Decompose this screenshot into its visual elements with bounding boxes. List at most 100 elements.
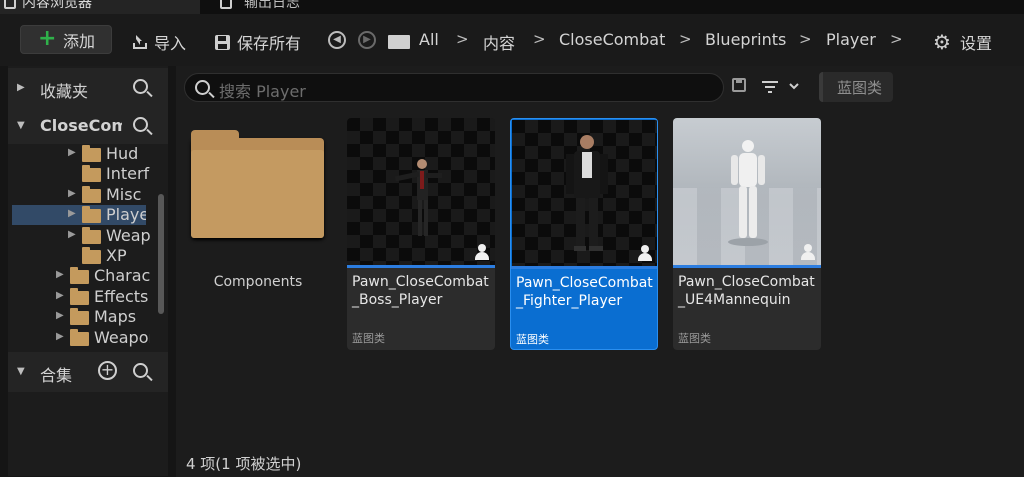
breadcrumb-all[interactable]: All bbox=[419, 30, 439, 49]
sources-panel: ▶ 收藏夹 ▼ CloseCombat ▶ HudInterface ▶ Misc ▶ P… bbox=[8, 66, 168, 476]
folder-icon bbox=[70, 267, 89, 285]
tree-item-label: Effects bbox=[94, 286, 149, 306]
gear-icon: ⚙ bbox=[933, 30, 951, 54]
tree-item[interactable]: ▶ Characters bbox=[8, 266, 150, 286]
favorites-label: 收藏夹 bbox=[40, 82, 89, 101]
pawn-icon bbox=[801, 244, 815, 260]
tree-item-label: Misc bbox=[106, 184, 142, 204]
folder-icon bbox=[82, 145, 101, 162]
project-label: CloseCombat bbox=[40, 116, 122, 135]
save-all-label: 保存所有 bbox=[237, 34, 302, 53]
search-icon[interactable] bbox=[133, 79, 148, 94]
asset-name: Pawn_CloseCombat _Boss_Player bbox=[352, 274, 489, 308]
asset-name: Pawn_CloseCombat _UE4Mannequin bbox=[678, 274, 815, 308]
breadcrumb-content[interactable]: 内容 bbox=[483, 30, 515, 54]
collections-header[interactable]: ▼ 合集 + bbox=[8, 352, 168, 392]
expand-arrow-icon[interactable]: ▶ bbox=[68, 208, 76, 219]
asset-thumbnail bbox=[512, 120, 657, 266]
tab-bar: 内容浏览器 输出日志 bbox=[0, 0, 1024, 14]
folder-icon bbox=[82, 226, 101, 244]
asset-thumbnail bbox=[673, 118, 821, 265]
filter-color-bar bbox=[819, 72, 823, 102]
asset-tile[interactable]: Pawn_CloseCombat _UE4Mannequin 蓝图类 bbox=[673, 118, 821, 350]
collections-label: 合集 bbox=[40, 366, 73, 385]
folder-icon bbox=[191, 130, 324, 238]
favorites-header[interactable]: ▶ 收藏夹 bbox=[8, 68, 168, 108]
tree-item[interactable]: ▶ Maps bbox=[8, 307, 150, 327]
folder-icon bbox=[70, 308, 89, 326]
save-search-icon[interactable] bbox=[732, 78, 746, 92]
asset-view: 搜索 Player 蓝图类 Components Pawn_CloseComba… bbox=[176, 66, 1024, 477]
tree-item-label: XP bbox=[106, 246, 127, 265]
expand-arrow-icon[interactable]: ▶ bbox=[68, 147, 76, 158]
back-button[interactable]: ◀ bbox=[328, 31, 346, 49]
breadcrumb-chevron-icon[interactable]: > bbox=[799, 30, 812, 48]
asset-type: 蓝图类 bbox=[516, 333, 549, 346]
add-collection-icon[interactable]: + bbox=[98, 361, 117, 380]
tree-item[interactable]: ▶ Player bbox=[12, 205, 146, 226]
tree-item[interactable]: ▶ Weapons bbox=[8, 328, 150, 348]
plus-icon: + bbox=[38, 26, 57, 51]
breadcrumb-blueprints[interactable]: Blueprints bbox=[705, 30, 786, 49]
tab-output-log[interactable]: 输出日志 bbox=[218, 0, 300, 14]
folder-icon bbox=[70, 328, 89, 346]
folder-icon[interactable] bbox=[388, 35, 410, 49]
folder-tile[interactable]: Components bbox=[188, 118, 328, 350]
folder-icon bbox=[82, 185, 101, 203]
folder-name: Components bbox=[213, 274, 303, 290]
tab-content-browser[interactable]: 内容浏览器 bbox=[0, 0, 200, 14]
settings-button[interactable]: ⚙ 设置 bbox=[933, 30, 992, 54]
add-label: 添加 bbox=[63, 31, 96, 51]
asset-tile[interactable]: Pawn_CloseCombat _Boss_Player 蓝图类 bbox=[347, 118, 495, 350]
tab-label: 内容浏览器 bbox=[22, 0, 92, 11]
tree-item[interactable]: ▶ Hud bbox=[8, 144, 150, 164]
tree-item[interactable]: ▶ Misc bbox=[8, 185, 150, 205]
tree-item-label: Hud bbox=[106, 144, 139, 163]
pawn-icon bbox=[638, 245, 652, 261]
folder-icon bbox=[82, 247, 101, 264]
tree-item[interactable]: ▶ Effects bbox=[8, 287, 150, 307]
search-icon[interactable] bbox=[133, 363, 148, 378]
character-figure bbox=[566, 135, 608, 251]
import-icon bbox=[133, 35, 147, 49]
breadcrumb-player[interactable]: Player bbox=[826, 30, 876, 49]
settings-label: 设置 bbox=[959, 34, 992, 53]
tree-item[interactable]: XP bbox=[8, 246, 150, 266]
asset-type-bar bbox=[347, 265, 495, 268]
expand-arrow-icon[interactable]: ▶ bbox=[56, 331, 64, 342]
expand-arrow-icon[interactable]: ▶ bbox=[68, 229, 76, 240]
expand-arrow-icon[interactable]: ▶ bbox=[56, 290, 64, 301]
import-label: 导入 bbox=[154, 34, 187, 53]
save-all-button[interactable]: 保存所有 bbox=[214, 30, 301, 54]
collapse-arrow-icon: ▼ bbox=[17, 366, 25, 377]
asset-name: Pawn_CloseCombat _Fighter_Player bbox=[516, 275, 653, 309]
breadcrumb-chevron-icon[interactable]: > bbox=[679, 30, 692, 48]
output-log-icon bbox=[220, 0, 232, 9]
tree-item[interactable]: ▶ Weapons bbox=[8, 226, 150, 246]
breadcrumb-chevron-icon[interactable]: > bbox=[533, 30, 546, 48]
breadcrumb-chevron-icon[interactable]: > bbox=[456, 30, 469, 48]
expand-arrow-icon[interactable]: ▶ bbox=[56, 269, 64, 280]
import-button[interactable]: 导入 bbox=[131, 30, 186, 54]
project-header[interactable]: ▼ CloseCombat bbox=[8, 106, 168, 146]
breadcrumb-chevron-icon[interactable]: > bbox=[890, 30, 903, 48]
tree-item[interactable]: Interface bbox=[8, 164, 150, 184]
tree-scrollbar[interactable] bbox=[158, 194, 164, 314]
tree-item-label: Interface bbox=[106, 164, 150, 184]
toolbar: + 添加 导入 保存所有 ◀ ▶ All > 内容 > CloseCombat … bbox=[0, 14, 1024, 66]
asset-tile[interactable]: Pawn_CloseCombat _Fighter_Player 蓝图类 bbox=[510, 118, 658, 350]
expand-arrow-icon: ▶ bbox=[17, 82, 25, 93]
expand-arrow-icon[interactable]: ▶ bbox=[56, 310, 64, 321]
filter-icon[interactable] bbox=[762, 80, 802, 94]
forward-button[interactable]: ▶ bbox=[358, 31, 376, 49]
search-icon[interactable] bbox=[133, 117, 148, 132]
search-placeholder: 搜索 Player bbox=[219, 82, 306, 101]
folder-tree: ▶HudInterface▶Misc▶Player▶WeaponsXP▶Char… bbox=[8, 144, 168, 349]
expand-arrow-icon[interactable]: ▶ bbox=[68, 188, 76, 199]
add-button[interactable]: + 添加 bbox=[20, 25, 112, 54]
asset-thumbnail bbox=[347, 118, 495, 265]
filter-blueprint-class[interactable]: 蓝图类 bbox=[819, 72, 893, 102]
tree-item-label: Weapons bbox=[94, 327, 150, 347]
breadcrumb-closecombat[interactable]: CloseCombat bbox=[559, 30, 665, 49]
search-input[interactable]: 搜索 Player bbox=[184, 73, 724, 102]
